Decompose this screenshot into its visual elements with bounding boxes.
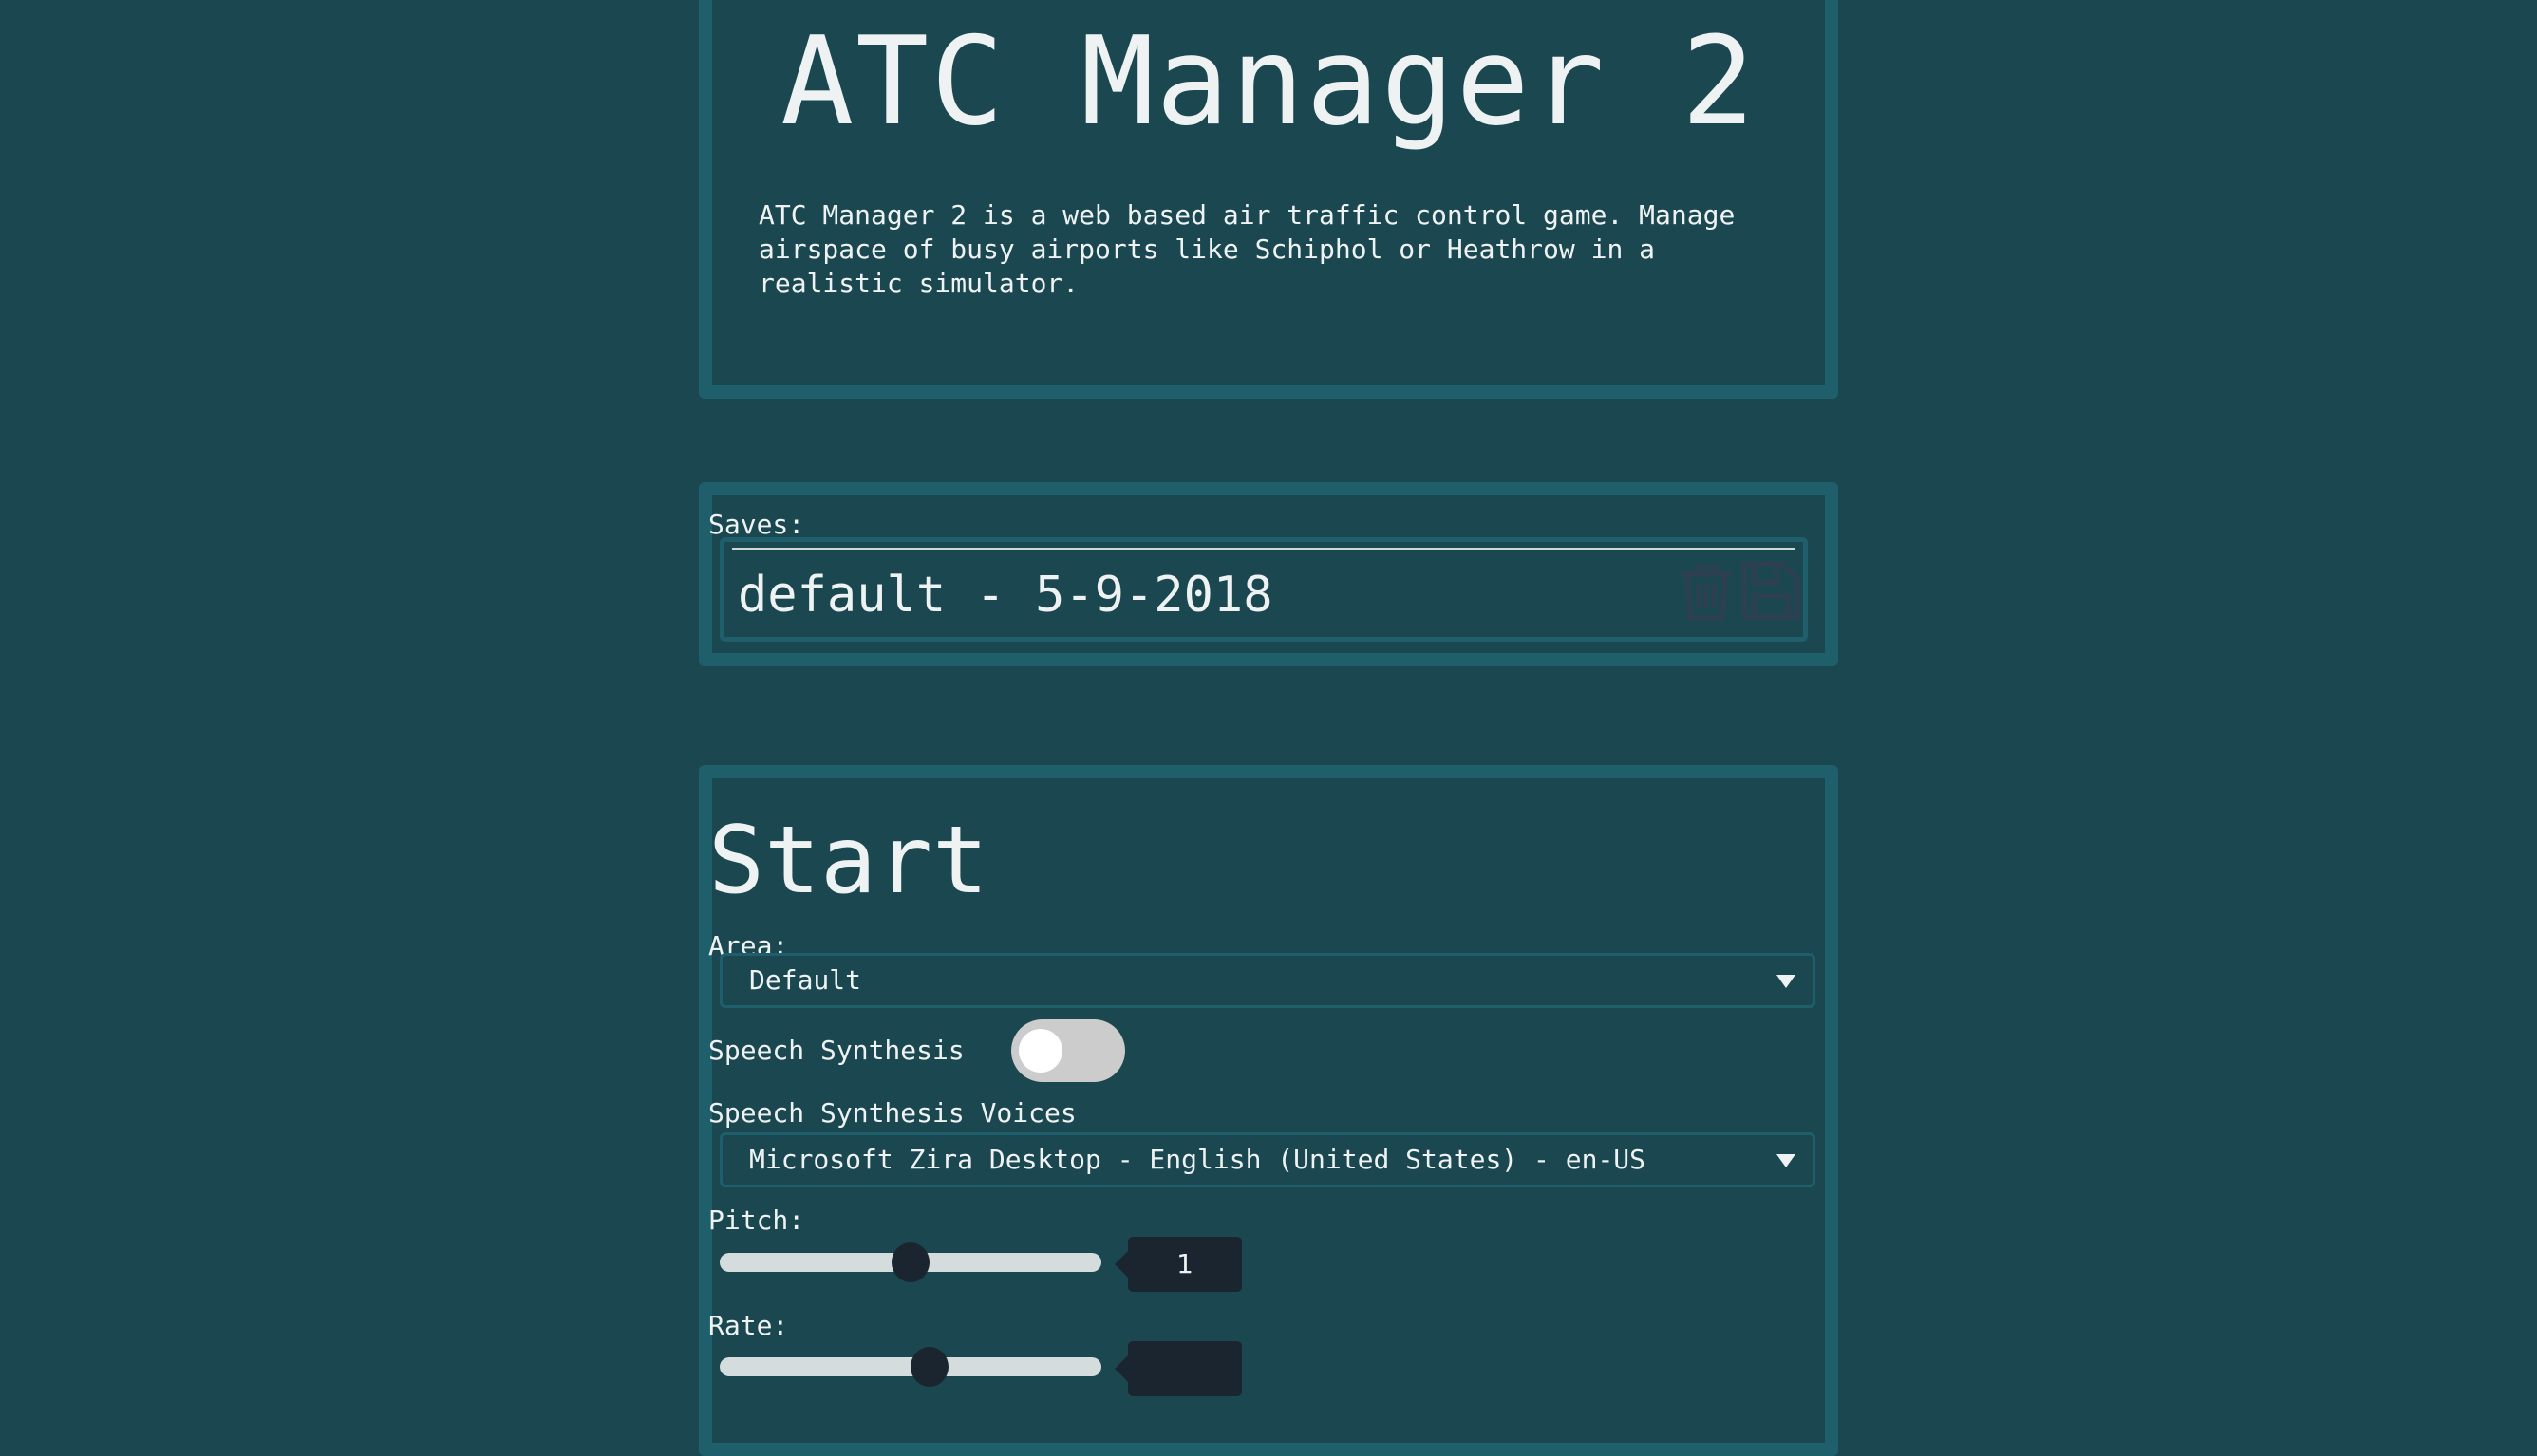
description: ATC Manager 2 is a web based air traffic… <box>759 199 1736 299</box>
toggle-knob <box>1019 1029 1062 1073</box>
start-title: Start <box>708 807 989 915</box>
voices-select[interactable]: Microsoft Zira Desktop - English (United… <box>720 1132 1815 1187</box>
saves-panel: Saves: default - 5-9-2018 <box>699 482 1838 666</box>
pitch-value: 1 <box>1115 1237 1242 1292</box>
voices-value: Microsoft Zira Desktop - English (United… <box>749 1144 1646 1175</box>
rate-slider-thumb[interactable] <box>911 1347 949 1387</box>
save-item[interactable]: default - 5-9-2018 <box>720 537 1808 642</box>
speech-synthesis-label: Speech Synthesis <box>708 1035 965 1066</box>
pitch-label: Pitch: <box>708 1204 805 1236</box>
saves-label: Saves: <box>708 509 805 540</box>
page-title: ATC Manager 2 <box>780 11 1757 153</box>
voices-label: Speech Synthesis Voices <box>708 1097 1077 1129</box>
pitch-slider-thumb[interactable] <box>892 1242 930 1282</box>
start-panel: Start Area: Default Speech Synthesis Spe… <box>699 765 1838 1456</box>
chevron-down-icon <box>1776 975 1795 988</box>
trash-icon[interactable] <box>1680 563 1733 622</box>
area-select[interactable]: Default <box>720 953 1815 1008</box>
chevron-down-icon <box>1776 1154 1795 1167</box>
area-value: Default <box>749 964 862 996</box>
floppy-disk-icon[interactable] <box>1741 561 1800 620</box>
pitch-slider[interactable] <box>720 1242 1101 1282</box>
speech-synthesis-toggle[interactable] <box>1011 1019 1125 1082</box>
rate-value <box>1115 1341 1242 1396</box>
header-panel: ATC Manager 2 ATC Manager 2 is a web bas… <box>699 0 1838 399</box>
rate-label: Rate: <box>708 1310 789 1341</box>
divider <box>732 548 1795 550</box>
rate-slider[interactable] <box>720 1347 1101 1387</box>
save-name[interactable]: default - 5-9-2018 <box>738 567 1273 624</box>
